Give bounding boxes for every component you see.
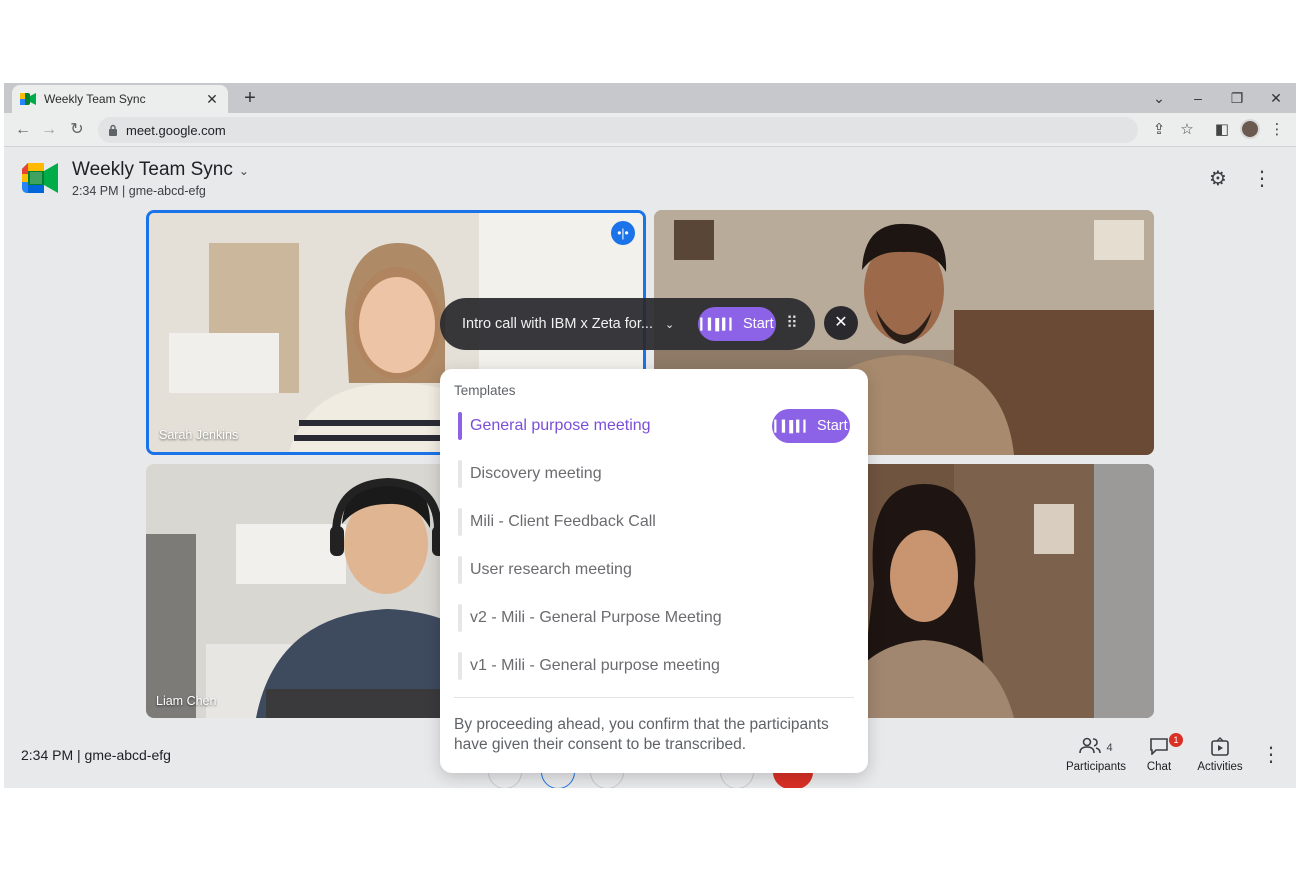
google-meet-logo-icon — [22, 163, 58, 193]
close-notetaker-button[interactable]: ✕ — [824, 306, 858, 340]
waveform-icon: ▎▍▌▍▎ — [700, 318, 738, 331]
selected-template[interactable]: Intro call with IBM x Zeta for... — [462, 316, 653, 332]
meeting-time-code: 2:34 PM | gme-abcd-efg — [72, 184, 206, 198]
browser-tab[interactable]: Weekly Team Sync ✕ — [12, 85, 228, 113]
participant-name: Sarah Jenkins — [159, 428, 239, 442]
reload-icon[interactable]: ↻ — [68, 121, 86, 139]
bookmark-star-icon[interactable]: ☆ — [1177, 120, 1197, 140]
template-item[interactable]: v2 - Mili - General Purpose Meeting — [458, 604, 850, 632]
participants-count: 4 — [1106, 742, 1113, 754]
meeting-title-text: Weekly Team Sync — [72, 159, 233, 180]
address-bar-row: ← → ↻ meet.google.com ⇪ ☆ ◧ ⋮ — [4, 113, 1296, 147]
start-transcription-button[interactable]: ▎▍▌▍▎ Start — [698, 307, 776, 341]
bottom-time-code: 2:34 PM | gme-abcd-efg — [21, 747, 171, 763]
share-icon[interactable]: ⇪ — [1149, 120, 1169, 140]
template-item[interactable]: Mili - Client Feedback Call — [458, 508, 850, 536]
selection-bar — [458, 556, 462, 584]
speaking-indicator-icon: •|• — [611, 221, 635, 245]
browser-menu-icon[interactable]: ⋮ — [1267, 120, 1287, 140]
template-item[interactable]: User research meeting — [458, 556, 850, 584]
settings-gear-icon[interactable]: ⚙ — [1206, 167, 1230, 191]
template-name: Discovery meeting — [470, 465, 602, 482]
activities-icon — [1192, 737, 1248, 759]
chat-button[interactable]: 1 Chat — [1141, 733, 1183, 773]
more-options-icon[interactable]: ⋮ — [1250, 167, 1274, 191]
template-item[interactable]: v1 - Mili - General purpose meeting — [458, 652, 850, 680]
tab-search-icon[interactable]: ⌄ — [1150, 89, 1168, 107]
activities-label: Activities — [1197, 761, 1243, 773]
meet-header: Weekly Team Sync ⌄ 2:34 PM | gme-abcd-efg… — [4, 147, 1296, 207]
forward-icon[interactable]: → — [40, 121, 58, 139]
lock-icon — [109, 124, 117, 136]
tab-close-icon[interactable]: ✕ — [204, 91, 220, 108]
selection-bar — [458, 652, 462, 680]
chevron-down-icon[interactable]: ⌄ — [665, 318, 674, 331]
templates-header: Templates — [454, 383, 516, 398]
close-window-icon[interactable]: ✕ — [1267, 89, 1285, 107]
people-icon: 4 — [1061, 737, 1131, 759]
selection-bar — [458, 412, 462, 440]
template-item[interactable]: Discovery meeting — [458, 460, 850, 488]
template-name: User research meeting — [470, 561, 632, 578]
chat-label: Chat — [1146, 761, 1172, 773]
divider — [454, 697, 854, 698]
new-tab-icon[interactable]: + — [240, 88, 260, 108]
meet-favicon-icon — [20, 93, 36, 105]
tab-strip: Weekly Team Sync ✕ + ⌄ – ❐ ✕ — [4, 83, 1296, 113]
template-name: Mili - Client Feedback Call — [470, 513, 656, 530]
profile-avatar[interactable] — [1240, 119, 1260, 139]
omnibox[interactable]: meet.google.com — [98, 117, 1138, 143]
url-text: meet.google.com — [126, 122, 226, 138]
waveform-icon: ▎▍▌▍▎ — [774, 420, 812, 433]
activities-button[interactable]: Activities — [1192, 737, 1248, 773]
restore-icon[interactable]: ❐ — [1228, 89, 1246, 107]
chat-unread-badge: 1 — [1169, 733, 1183, 747]
consent-notice: By proceeding ahead, you confirm that th… — [454, 716, 829, 753]
template-name: General purpose meeting — [470, 417, 651, 434]
side-panel-icon[interactable]: ◧ — [1212, 120, 1232, 140]
meeting-title[interactable]: Weekly Team Sync ⌄ — [72, 159, 249, 181]
more-actions-icon[interactable]: ⋮ — [1259, 743, 1283, 767]
start-label: Start — [743, 316, 774, 332]
templates-popup: Templates General purpose meeting ▎▍▌▍▎ S… — [440, 369, 868, 773]
drag-handle-icon[interactable]: ⠿ — [786, 313, 798, 333]
template-name: v2 - Mili - General Purpose Meeting — [470, 609, 722, 626]
template-start-button[interactable]: ▎▍▌▍▎ Start — [772, 409, 850, 443]
selection-bar — [458, 604, 462, 632]
participants-label: Participants — [1065, 761, 1127, 773]
chevron-down-icon: ⌄ — [238, 164, 249, 178]
minimize-icon[interactable]: – — [1189, 89, 1207, 107]
participant-name: Liam Chen — [156, 694, 217, 708]
back-icon[interactable]: ← — [14, 121, 32, 139]
start-label: Start — [817, 418, 848, 434]
selection-bar — [458, 508, 462, 536]
template-name: v1 - Mili - General purpose meeting — [470, 657, 720, 674]
template-item[interactable]: General purpose meeting ▎▍▌▍▎ Start — [458, 409, 850, 443]
participants-button[interactable]: 4 Participants — [1061, 737, 1131, 773]
tab-title: Weekly Team Sync — [44, 92, 146, 106]
notetaker-bar: Intro call with IBM x Zeta for... ⌄ ▎▍▌▍… — [440, 298, 815, 350]
selection-bar — [458, 460, 462, 488]
